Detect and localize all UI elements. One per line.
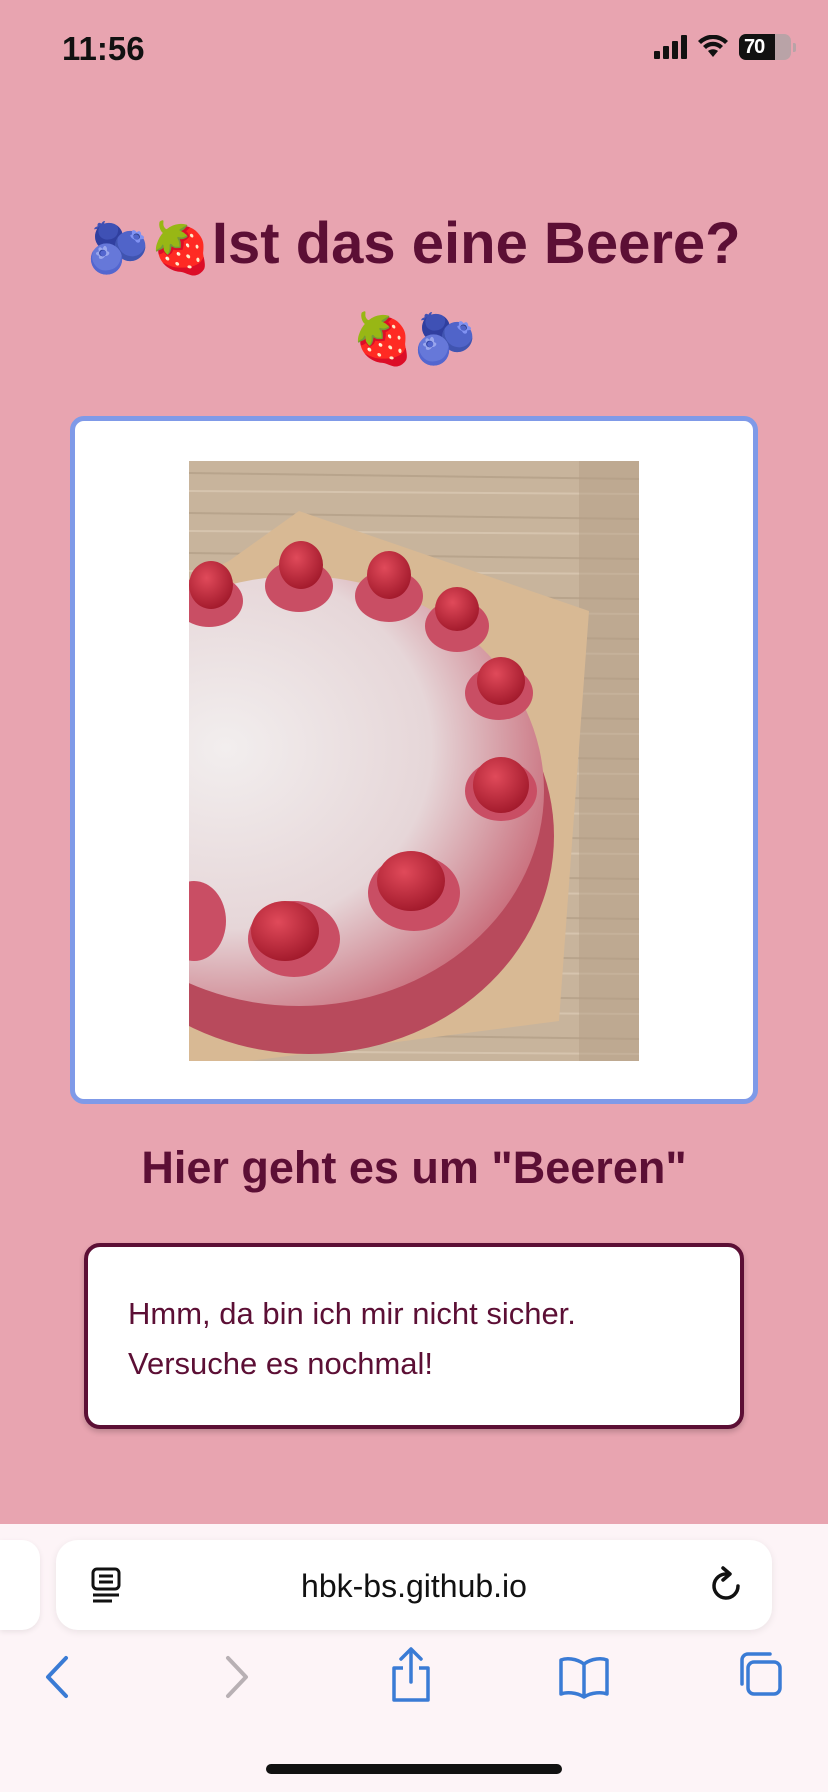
status-bar: 11:56 70 bbox=[0, 0, 828, 100]
battery-level: 70 bbox=[744, 35, 765, 58]
subtitle: Hier geht es um "Beeren" bbox=[141, 1142, 687, 1193]
reload-icon[interactable] bbox=[708, 1564, 746, 1604]
title-emoji-right: 🍓🫐 bbox=[351, 311, 477, 368]
back-icon[interactable] bbox=[42, 1652, 72, 1702]
title-emoji-left: 🫐🍓 bbox=[87, 219, 212, 276]
home-indicator bbox=[266, 1764, 562, 1774]
status-icons: 70 bbox=[654, 34, 796, 60]
battery-icon: 70 bbox=[739, 34, 791, 60]
title-text: Ist das eine Beere? bbox=[211, 211, 741, 276]
cellular-signal-icon bbox=[654, 35, 687, 59]
previous-tab-peek[interactable] bbox=[0, 1540, 40, 1630]
image-card bbox=[70, 416, 758, 1104]
forward-icon[interactable] bbox=[222, 1652, 252, 1702]
feedback-line-1: Hmm, da bin ich mir nicht sicher. bbox=[128, 1296, 576, 1331]
status-time: 11:56 bbox=[62, 30, 145, 67]
share-icon[interactable] bbox=[388, 1646, 434, 1704]
page-title: 🫐🍓Ist das eine Beere? 🍓🫐 bbox=[40, 200, 788, 383]
tabs-icon[interactable] bbox=[736, 1650, 784, 1698]
url-text[interactable]: hbk-bs.github.io bbox=[56, 1568, 772, 1605]
address-bar[interactable]: hbk-bs.github.io bbox=[56, 1540, 772, 1630]
bookmarks-icon[interactable] bbox=[558, 1654, 610, 1700]
feedback-box: Hmm, da bin ich mir nicht sicher. Versuc… bbox=[84, 1243, 744, 1429]
wifi-icon bbox=[698, 35, 728, 57]
cake-photo bbox=[189, 461, 639, 1061]
feedback-line-2: Versuche es nochmal! bbox=[128, 1346, 434, 1381]
